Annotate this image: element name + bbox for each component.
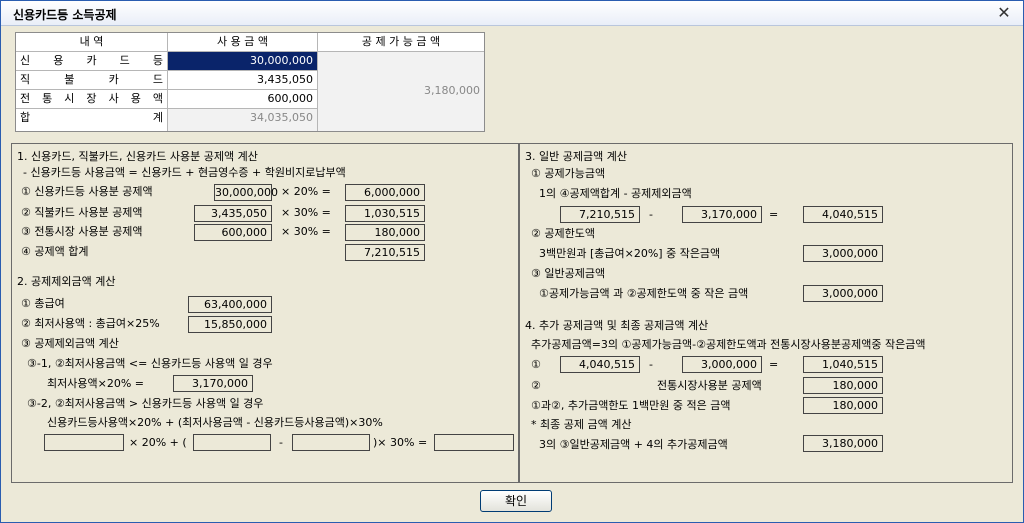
header-deductible: 공 제 가 능 금 액 [318,33,484,52]
market-deduction-label: ③ 전통시장 사용분 공제액 [21,225,143,238]
gross-pay-value: 63,400,000 [188,296,272,313]
credit-deduction-label: ① 신용카드등 사용분 공제액 [21,185,153,198]
case1-formula: 최저사용액×20% = [47,377,144,390]
general-deduction-formula: ①공제가능금액 과 ②공제한도액 중 작은 금액 [539,287,749,300]
window-title: 신용카드등 소득공제 [13,8,117,22]
additional-r1-v3: 1,040,515 [803,356,883,373]
header-amount: 사 용 금 액 [168,33,318,52]
deductible-possible-v2: 3,170,000 [682,206,762,223]
header-item: 내 역 [16,33,168,52]
deduction-limit-value: 3,000,000 [803,245,883,262]
case2-text-2: - [279,436,283,449]
additional-r1-v2: 3,000,000 [682,356,762,373]
row-label-credit: 신용카드등 [16,52,168,71]
additional-formula: 추가공제금액=3의 ①공제가능금액-②공제한도액과 전통시장사용분공제액중 작은… [531,338,926,351]
exclusion-calc-label: ③ 공제제외금액 계산 [21,337,119,350]
case2-input-1[interactable] [44,434,124,451]
section1-title: 1. 신용카드, 직불카드, 신용카드 사용분 공제액 계산 [17,150,258,163]
final-deduction-value: 3,180,000 [803,435,883,452]
credit-deduction-result: 6,000,000 [345,184,425,201]
additional-eq: = [769,358,779,371]
deductible-possible-formula: 1의 ④공제액합계 - 공제제외금액 [539,187,692,200]
row-label-debit: 직불카드 [16,71,168,90]
total-amount-value: 34,035,050 [168,109,318,131]
general-deduction-label: ③ 일반공제금액 [531,267,606,280]
debit-deduction-label: ② 직불카드 사용분 공제액 [21,206,143,219]
final-calc-label: 3의 ③일반공제금액 + 4의 추가공제금액 [539,438,728,451]
case1-label: ③-1, ②최저사용금액 <= 신용카드등 사용액 일 경우 [27,357,273,370]
confirm-button[interactable]: 확인 [480,490,552,512]
credit-deduction-amount: 30,000,000 [214,184,278,201]
debit-deduction-amount: 3,435,050 [194,205,272,222]
case2-text-3: )× 30% = [373,436,428,449]
close-icon[interactable]: ✕ [995,4,1013,22]
case2-result[interactable] [434,434,514,451]
credit-rate: × 20% = [281,185,331,198]
deduction-total-result: 7,210,515 [345,244,425,261]
credit-amount-field[interactable]: 30,000,000 [168,52,318,71]
additional-r3-value: 180,000 [803,397,883,414]
deduction-limit-formula: 3백만원과 [총급여×20%] 중 작은금액 [539,247,721,260]
section4-title: 4. 추가 공제금액 및 최종 공제금액 계산 [525,319,709,332]
section2-title: 2. 공제제외금액 계산 [17,275,116,288]
debit-deduction-result: 1,030,515 [345,205,425,222]
additional-r1-mark: ① [531,358,541,371]
min-usage-label: ② 최저사용액 : 총급여×25% [21,317,160,330]
market-amount-field[interactable]: 600,000 [168,90,318,109]
market-rate: × 30% = [281,225,331,238]
deductible-cell: 3,180,000 [318,52,484,131]
case2-input-3[interactable] [292,434,370,451]
additional-minus: - [649,358,653,371]
min-usage-value: 15,850,000 [188,316,272,333]
title-bar: 신용카드등 소득공제 ✕ [1,1,1023,26]
summary-table: 내 역 사 용 금 액 공 제 가 능 금 액 신용카드등 30,000,000… [15,32,485,132]
gross-pay-label: ① 총급여 [21,297,65,310]
case2-text-1: × 20% + ( [129,436,187,449]
deduction-total-label: ④ 공제액 합계 [21,245,89,258]
section3-title: 3. 일반 공제금액 계산 [525,150,627,163]
deduction-limit-label: ② 공제한도액 [531,227,595,240]
section1-note: - 신용카드등 사용금액 = 신용카드 + 현금영수증 + 학원비지로납부액 [23,166,346,179]
market-deduction-label-2: 전통시장사용분 공제액 [657,379,762,392]
case1-value: 3,170,000 [173,375,253,392]
row-label-market: 전통시장사용액 [16,90,168,109]
final-calc-title: * 최종 공제 금액 계산 [531,418,632,431]
case2-formula: 신용카드등사용액×20% + (최저사용금액 - 신용카드등사용금액)×30% [47,416,383,429]
row-label-total: 합계 [16,109,168,131]
debit-rate: × 30% = [281,206,331,219]
deductible-possible-v3: 4,040,515 [803,206,883,223]
market-deduction-value-2: 180,000 [803,377,883,394]
additional-r1-v1: 4,040,515 [560,356,640,373]
case2-input-2[interactable] [193,434,271,451]
deductible-possible-label: ① 공제가능금액 [531,167,606,180]
additional-r2-mark: ② [531,379,541,392]
deductible-eq: = [769,208,779,221]
case2-label: ③-2, ②최저사용금액 > 신용카드등 사용액 일 경우 [27,397,264,410]
deductible-minus: - [649,208,653,221]
debit-amount-field[interactable]: 3,435,050 [168,71,318,90]
dialog-window: 신용카드등 소득공제 ✕ 내 역 사 용 금 액 공 제 가 능 금 액 신용카… [0,0,1024,523]
general-deduction-value: 3,000,000 [803,285,883,302]
deductible-possible-v1: 7,210,515 [560,206,640,223]
market-deduction-result: 180,000 [345,224,425,241]
additional-r3-label: ①과②, 추가금액한도 1백만원 중 적은 금액 [531,399,731,412]
deductible-value: 3,180,000 [424,84,480,97]
market-deduction-amount: 600,000 [194,224,272,241]
